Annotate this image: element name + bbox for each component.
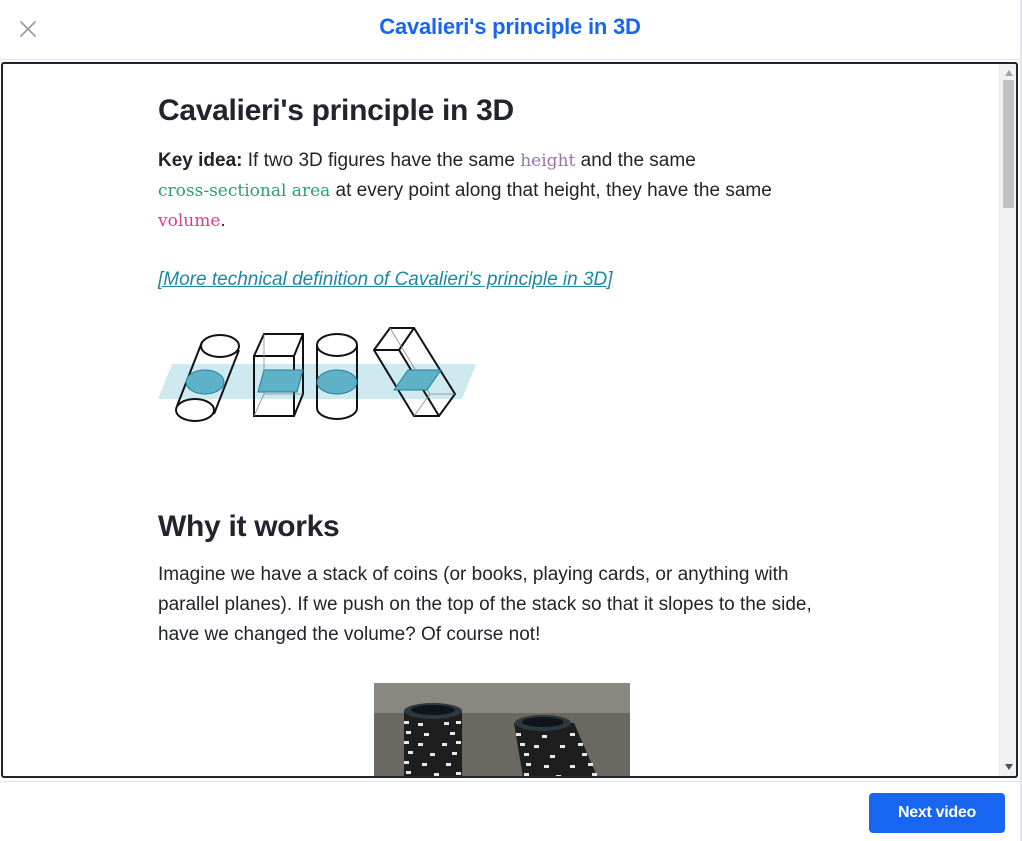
term-cross-section: cross-sectional area	[158, 181, 331, 201]
scroll-up-arrow-icon	[1004, 70, 1013, 76]
next-video-button[interactable]: Next video	[869, 793, 1005, 833]
video-modal: Cavalieri's principle in 3D Cavalieri's …	[0, 0, 1022, 841]
scroll-down-button[interactable]	[1000, 760, 1016, 774]
article-frame[interactable]: Cavalieri's principle in 3D Key idea: If…	[1, 62, 1018, 778]
scroll-up-button[interactable]	[1000, 66, 1016, 80]
key-idea-label: Key idea:	[158, 150, 243, 171]
key-idea-text: If two 3D figures have the same	[242, 150, 521, 171]
vertical-scrollbar[interactable]	[999, 64, 1016, 776]
term-volume: volume	[158, 211, 221, 231]
straight-coin-stack	[404, 703, 462, 776]
term-height: height	[520, 151, 576, 171]
cavalieri-shapes-figure	[158, 327, 476, 422]
section-paragraph: Imagine we have a stack of coins (or boo…	[158, 564, 812, 645]
article-title: Cavalieri's principle in 3D	[158, 94, 514, 127]
modal-header: Cavalieri's principle in 3D	[0, 0, 1020, 60]
key-idea-paragraph: Key idea: If two 3D figures have the sam…	[158, 146, 848, 236]
modal-footer: Next video	[0, 781, 1020, 841]
scroll-down-arrow-icon	[1004, 764, 1013, 770]
key-idea-text: .	[220, 210, 226, 231]
technical-definition-link[interactable]: [More technical definition of Cavalieri'…	[158, 269, 613, 291]
section-title: Why it works	[158, 510, 340, 543]
modal-title: Cavalieri's principle in 3D	[379, 14, 641, 39]
scroll-thumb[interactable]	[1003, 80, 1014, 208]
key-idea-text: at every point along that height, they h…	[330, 180, 772, 201]
coin-stacks-photo	[374, 683, 630, 776]
key-idea-text: and the same	[575, 150, 696, 171]
